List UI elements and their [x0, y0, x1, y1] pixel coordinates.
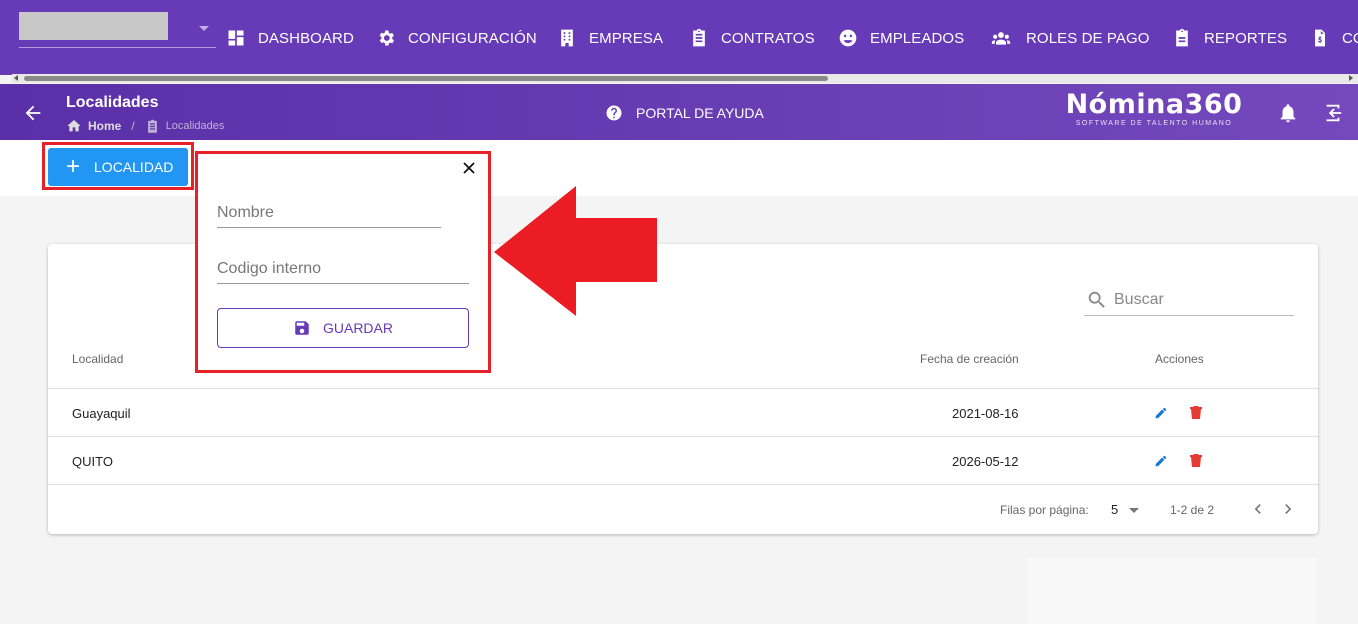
- codigo-interno-input[interactable]: [217, 254, 469, 278]
- dashboard-icon: [228, 30, 244, 46]
- logo-tagline: SOFTWARE DE TALENTO HUMANO: [1075, 120, 1233, 127]
- gear-icon: [379, 30, 394, 46]
- back-arrow-icon[interactable]: [22, 102, 44, 124]
- codigo-interno-field[interactable]: [217, 254, 469, 284]
- delete-icon[interactable]: [1190, 405, 1202, 419]
- table-row: Guayaquil 2021-08-16: [48, 388, 1318, 436]
- pagination-range: 1-2 de 2: [1170, 503, 1215, 517]
- chevron-left-icon[interactable]: [1248, 499, 1268, 519]
- breadcrumb-current: Localidades: [165, 120, 225, 132]
- nav-item-configuracion[interactable]: CONFIGURACIÓN: [376, 24, 537, 52]
- scroll-right-icon[interactable]: [1349, 75, 1353, 81]
- scroll-left-icon[interactable]: [14, 75, 18, 81]
- rows-per-page-select[interactable]: 5: [1111, 502, 1118, 517]
- edit-icon[interactable]: [1154, 454, 1168, 468]
- top-navigation: DASHBOARD CONFIGURACIÓN EMPRESA CONTRATO…: [0, 0, 1358, 75]
- app-logo: Nómina360 SOFTWARE DE TALENTO HUMANO: [1064, 89, 1244, 128]
- breadcrumb: Home / Localidades: [66, 118, 224, 134]
- nav-item-reportes[interactable]: REPORTES: [1172, 24, 1287, 52]
- breadcrumb-separator: /: [131, 119, 135, 133]
- save-button[interactable]: GUARDAR: [217, 308, 469, 348]
- chevron-down-icon[interactable]: [1129, 508, 1139, 513]
- chevron-right-icon[interactable]: [1278, 499, 1298, 519]
- nav-item-roles-de-pago[interactable]: ROLES DE PAGO: [988, 24, 1150, 52]
- column-header-acciones: Acciones: [1155, 352, 1204, 366]
- nav-item-co[interactable]: CO: [1310, 24, 1358, 52]
- close-icon[interactable]: [461, 160, 477, 176]
- scrollbar-thumb[interactable]: [24, 76, 828, 81]
- clipboard-icon: [147, 119, 157, 133]
- search-field[interactable]: [1084, 284, 1294, 316]
- table-row: QUITO 2026-05-12: [48, 436, 1318, 484]
- nav-item-empresa[interactable]: EMPRESA: [557, 24, 663, 52]
- nav-item-label: CONTRATOS: [721, 29, 815, 47]
- nav-item-label: EMPRESA: [589, 29, 664, 47]
- logout-icon[interactable]: [1322, 102, 1344, 124]
- table-footer-divider: [48, 484, 1318, 485]
- invoice-icon: [1315, 29, 1325, 47]
- nav-item-contratos[interactable]: CONTRATOS: [689, 24, 815, 52]
- add-localidad-popup: GUARDAR: [195, 151, 491, 373]
- nombre-field[interactable]: [217, 198, 441, 228]
- nav-item-label: REPORTES: [1204, 29, 1288, 47]
- highlight-box-add-button: [42, 142, 194, 190]
- annotation-arrow-icon: [494, 186, 657, 316]
- nombre-input[interactable]: [217, 198, 441, 222]
- save-label: GUARDAR: [322, 320, 393, 336]
- report-icon: [1176, 28, 1188, 47]
- cell-fecha: 2026-05-12: [952, 454, 1019, 469]
- nav-item-dashboard[interactable]: DASHBOARD: [226, 24, 354, 52]
- building-icon: [561, 29, 573, 47]
- nav-item-label: DASHBOARD: [258, 29, 354, 47]
- help-icon: [606, 105, 622, 121]
- rows-per-page-label: Filas por página:: [1000, 503, 1089, 517]
- search-icon: [1088, 291, 1105, 308]
- chevron-down-icon: [199, 26, 209, 31]
- clipboard-icon: [693, 28, 705, 47]
- column-header-localidad[interactable]: Localidad: [72, 352, 123, 366]
- bell-icon[interactable]: [1277, 102, 1299, 124]
- background-panel: [1028, 557, 1316, 624]
- group-icon: [991, 32, 1011, 45]
- save-icon: [295, 321, 309, 335]
- help-portal-link[interactable]: PORTAL DE AYUDA: [605, 104, 764, 122]
- delete-icon[interactable]: [1190, 453, 1202, 467]
- nav-item-label: CO: [1342, 29, 1358, 47]
- company-select-value: [19, 12, 168, 40]
- cell-fecha: 2021-08-16: [952, 406, 1019, 421]
- face-icon: [839, 29, 857, 47]
- cell-localidad: QUITO: [72, 454, 113, 469]
- search-input[interactable]: [1114, 290, 1284, 309]
- breadcrumb-home[interactable]: Home: [88, 119, 121, 133]
- page-title: Localidades: [66, 94, 159, 111]
- logo-name: Nómina360: [1065, 89, 1243, 120]
- nav-item-label: EMPLEADOS: [870, 29, 965, 47]
- nav-item-label: ROLES DE PAGO: [1026, 29, 1150, 47]
- page-header: Localidades Home / Localidades PORTAL DE…: [0, 84, 1358, 140]
- company-select[interactable]: [19, 12, 216, 48]
- edit-icon[interactable]: [1154, 406, 1168, 420]
- help-portal-label: PORTAL DE AYUDA: [636, 105, 764, 121]
- nav-item-empleados[interactable]: EMPLEADOS: [838, 24, 964, 52]
- column-header-fecha[interactable]: Fecha de creación: [920, 352, 1019, 366]
- home-icon[interactable]: [66, 118, 82, 134]
- cell-localidad: Guayaquil: [72, 406, 131, 421]
- nav-item-label: CONFIGURACIÓN: [408, 29, 537, 47]
